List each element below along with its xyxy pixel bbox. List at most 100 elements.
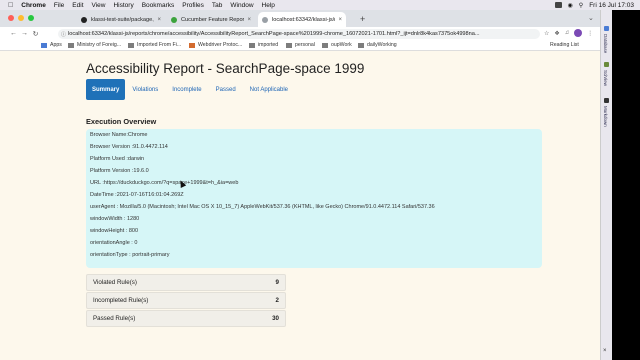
report-tabs: Summary Violations Incomplete Passed Not… <box>86 79 295 100</box>
new-tab-plus-icon[interactable]: + <box>360 14 365 24</box>
folder-icon <box>286 42 292 48</box>
menu-view[interactable]: View <box>92 2 106 9</box>
tab-not-applicable[interactable]: Not Applicable <box>243 79 295 100</box>
bookmark-personal[interactable]: personal <box>286 42 315 48</box>
tab-title: Cucumber Feature Report <box>181 16 245 23</box>
bookmark-label: Ministry of Foreig... <box>77 42 122 48</box>
ide-side-panel: Database SciView Markdown × <box>600 10 612 360</box>
menu-bookmarks[interactable]: Bookmarks <box>142 2 175 9</box>
violated-rules-row[interactable]: Violated Rule(s) 9 <box>86 274 286 291</box>
exec-platform-used: Platform Used :darwin <box>90 156 145 162</box>
bookmark-label: dailyWorking <box>367 42 397 48</box>
exec-orientation-angle: orientationAngle : 0 <box>90 240 138 246</box>
folder-icon <box>128 42 134 48</box>
bookmark-label: personal <box>295 42 315 48</box>
rules-summary-list: Violated Rule(s) 9 Incompleted Rule(s) 2… <box>86 274 286 328</box>
star-bookmark-icon[interactable]: ☆ <box>544 30 549 37</box>
bookmark-imported-from[interactable]: Imported From Fi... <box>128 42 181 48</box>
menu-bar-status: ◉ ⚲ Fri 16 Jul 17:03 <box>554 2 640 9</box>
tab-summary[interactable]: Summary <box>86 79 126 100</box>
tab-accessibility-report[interactable]: localhost:63342/klassi-js/repo × <box>258 12 346 27</box>
close-window-icon[interactable] <box>8 15 14 21</box>
database-icon <box>604 26 609 31</box>
github-icon <box>81 16 87 23</box>
close-tab-icon[interactable]: × <box>338 17 342 23</box>
exec-window-width: windowWidth : 1280 <box>90 216 140 222</box>
tab-search-chevron-icon[interactable]: ⌄ <box>588 14 594 22</box>
tab-incomplete[interactable]: Incomplete <box>165 79 208 100</box>
screen:  Chrome File Edit View History Bookmark… <box>0 0 640 360</box>
address-bar-url: localhost:63342/klassi-js/reports/chrome… <box>68 31 480 37</box>
rule-count: 9 <box>275 279 279 286</box>
menu-tab[interactable]: Tab <box>212 2 222 9</box>
tab-package-json[interactable]: klassi-test-suite/package.json × <box>77 12 165 27</box>
menu-file[interactable]: File <box>54 2 64 9</box>
bookmark-ministry[interactable]: Ministry of Foreig... <box>68 42 121 48</box>
extensions-puzzle-icon[interactable]: ❖ <box>554 30 559 37</box>
folder-icon <box>322 42 328 48</box>
more-menu-icon[interactable]: ⋮ <box>587 30 593 37</box>
bookmark-dailyworking[interactable]: dailyWorking <box>358 42 397 48</box>
exec-user-agent: userAgent : Mozilla/5.0 (Macintosh; Inte… <box>90 204 435 210</box>
media-icon[interactable]: ♫ <box>565 30 570 36</box>
minimize-window-icon[interactable] <box>18 15 24 21</box>
menu-history[interactable]: History <box>113 2 133 9</box>
browser-tab-strip: klassi-test-suite/package.json × Cucumbe… <box>0 10 600 27</box>
reading-list-button[interactable]: Reading List <box>550 42 579 48</box>
menu-help[interactable]: Help <box>262 2 275 9</box>
exec-window-height: windowHeight : 800 <box>90 228 139 234</box>
forward-arrow-icon[interactable]: → <box>19 30 30 37</box>
apps-grid-icon <box>41 42 47 48</box>
site-info-icon[interactable]: ⓘ <box>61 31 66 38</box>
bookmark-webdriver[interactable]: Webdriver Protoc... <box>189 42 242 48</box>
bookmark-label: Imported From Fi... <box>137 42 182 48</box>
folder-icon <box>358 42 364 48</box>
bookmark-oupwork[interactable]: oupWork <box>322 42 352 48</box>
tab-cucumber-report[interactable]: Cucumber Feature Report × <box>167 12 255 27</box>
zoom-window-icon[interactable] <box>28 15 34 21</box>
menu-app-name[interactable]: Chrome <box>21 2 46 9</box>
back-arrow-icon[interactable]: ← <box>8 30 19 37</box>
rule-label: Incompleted Rule(s) <box>93 297 149 304</box>
close-tab-icon[interactable]: × <box>247 17 251 23</box>
folder-icon <box>249 42 255 48</box>
bookmark-imported[interactable]: imported <box>249 42 278 48</box>
battery-icon[interactable] <box>554 2 562 8</box>
passed-rules-row[interactable]: Passed Rule(s) 30 <box>86 310 286 327</box>
close-tab-icon[interactable]: × <box>157 17 161 23</box>
bookmark-label: Apps <box>50 42 62 48</box>
side-tab-markdown[interactable]: Markdown <box>603 106 608 127</box>
folder-icon <box>68 42 74 48</box>
menu-profiles[interactable]: Profiles <box>182 2 204 9</box>
markdown-icon <box>604 98 609 103</box>
address-bar[interactable]: ⓘ localhost:63342/klassi-js/reports/chro… <box>58 29 540 39</box>
tab-title: localhost:63342/klassi-js/repo <box>272 16 335 23</box>
menu-edit[interactable]: Edit <box>72 2 83 9</box>
exec-orientation-type: orientationType : portrait-primary <box>90 252 170 258</box>
tab-violations[interactable]: Violations <box>125 79 165 100</box>
search-icon[interactable]: ⚲ <box>579 2 583 9</box>
tab-passed[interactable]: Passed <box>209 79 243 100</box>
macos-menu-bar:  Chrome File Edit View History Bookmark… <box>0 0 640 10</box>
bookmark-apps[interactable]: Apps <box>41 42 62 48</box>
toolbar-actions: ☆ ❖ ♫ ⋮ <box>544 29 593 37</box>
menu-bar-clock[interactable]: Fri 16 Jul 17:03 <box>589 2 634 9</box>
report-page: Accessibility Report - SearchPage-space … <box>0 51 600 360</box>
cucumber-icon <box>171 16 177 23</box>
close-panel-icon[interactable]: × <box>603 348 607 354</box>
reload-icon[interactable]: ↻ <box>30 30 41 38</box>
profile-avatar[interactable] <box>574 29 583 37</box>
exec-browser-name: Browser Name:Chrome <box>90 132 148 138</box>
rule-count: 30 <box>272 315 279 322</box>
apple-icon[interactable]:  <box>8 2 13 9</box>
screen-edge <box>612 10 640 360</box>
side-tab-sciview[interactable]: SciView <box>603 70 608 86</box>
bookmark-label: oupWork <box>331 42 352 48</box>
menu-window[interactable]: Window <box>230 2 253 9</box>
side-tab-database[interactable]: Database <box>603 34 608 53</box>
execution-overview-panel: Browser Name:Chrome Browser Version :91.… <box>86 129 542 268</box>
incompleted-rules-row[interactable]: Incompleted Rule(s) 2 <box>86 292 286 309</box>
rule-label: Passed Rule(s) <box>93 315 136 322</box>
wifi-icon[interactable]: ◉ <box>568 2 573 9</box>
rule-count: 2 <box>275 297 279 304</box>
